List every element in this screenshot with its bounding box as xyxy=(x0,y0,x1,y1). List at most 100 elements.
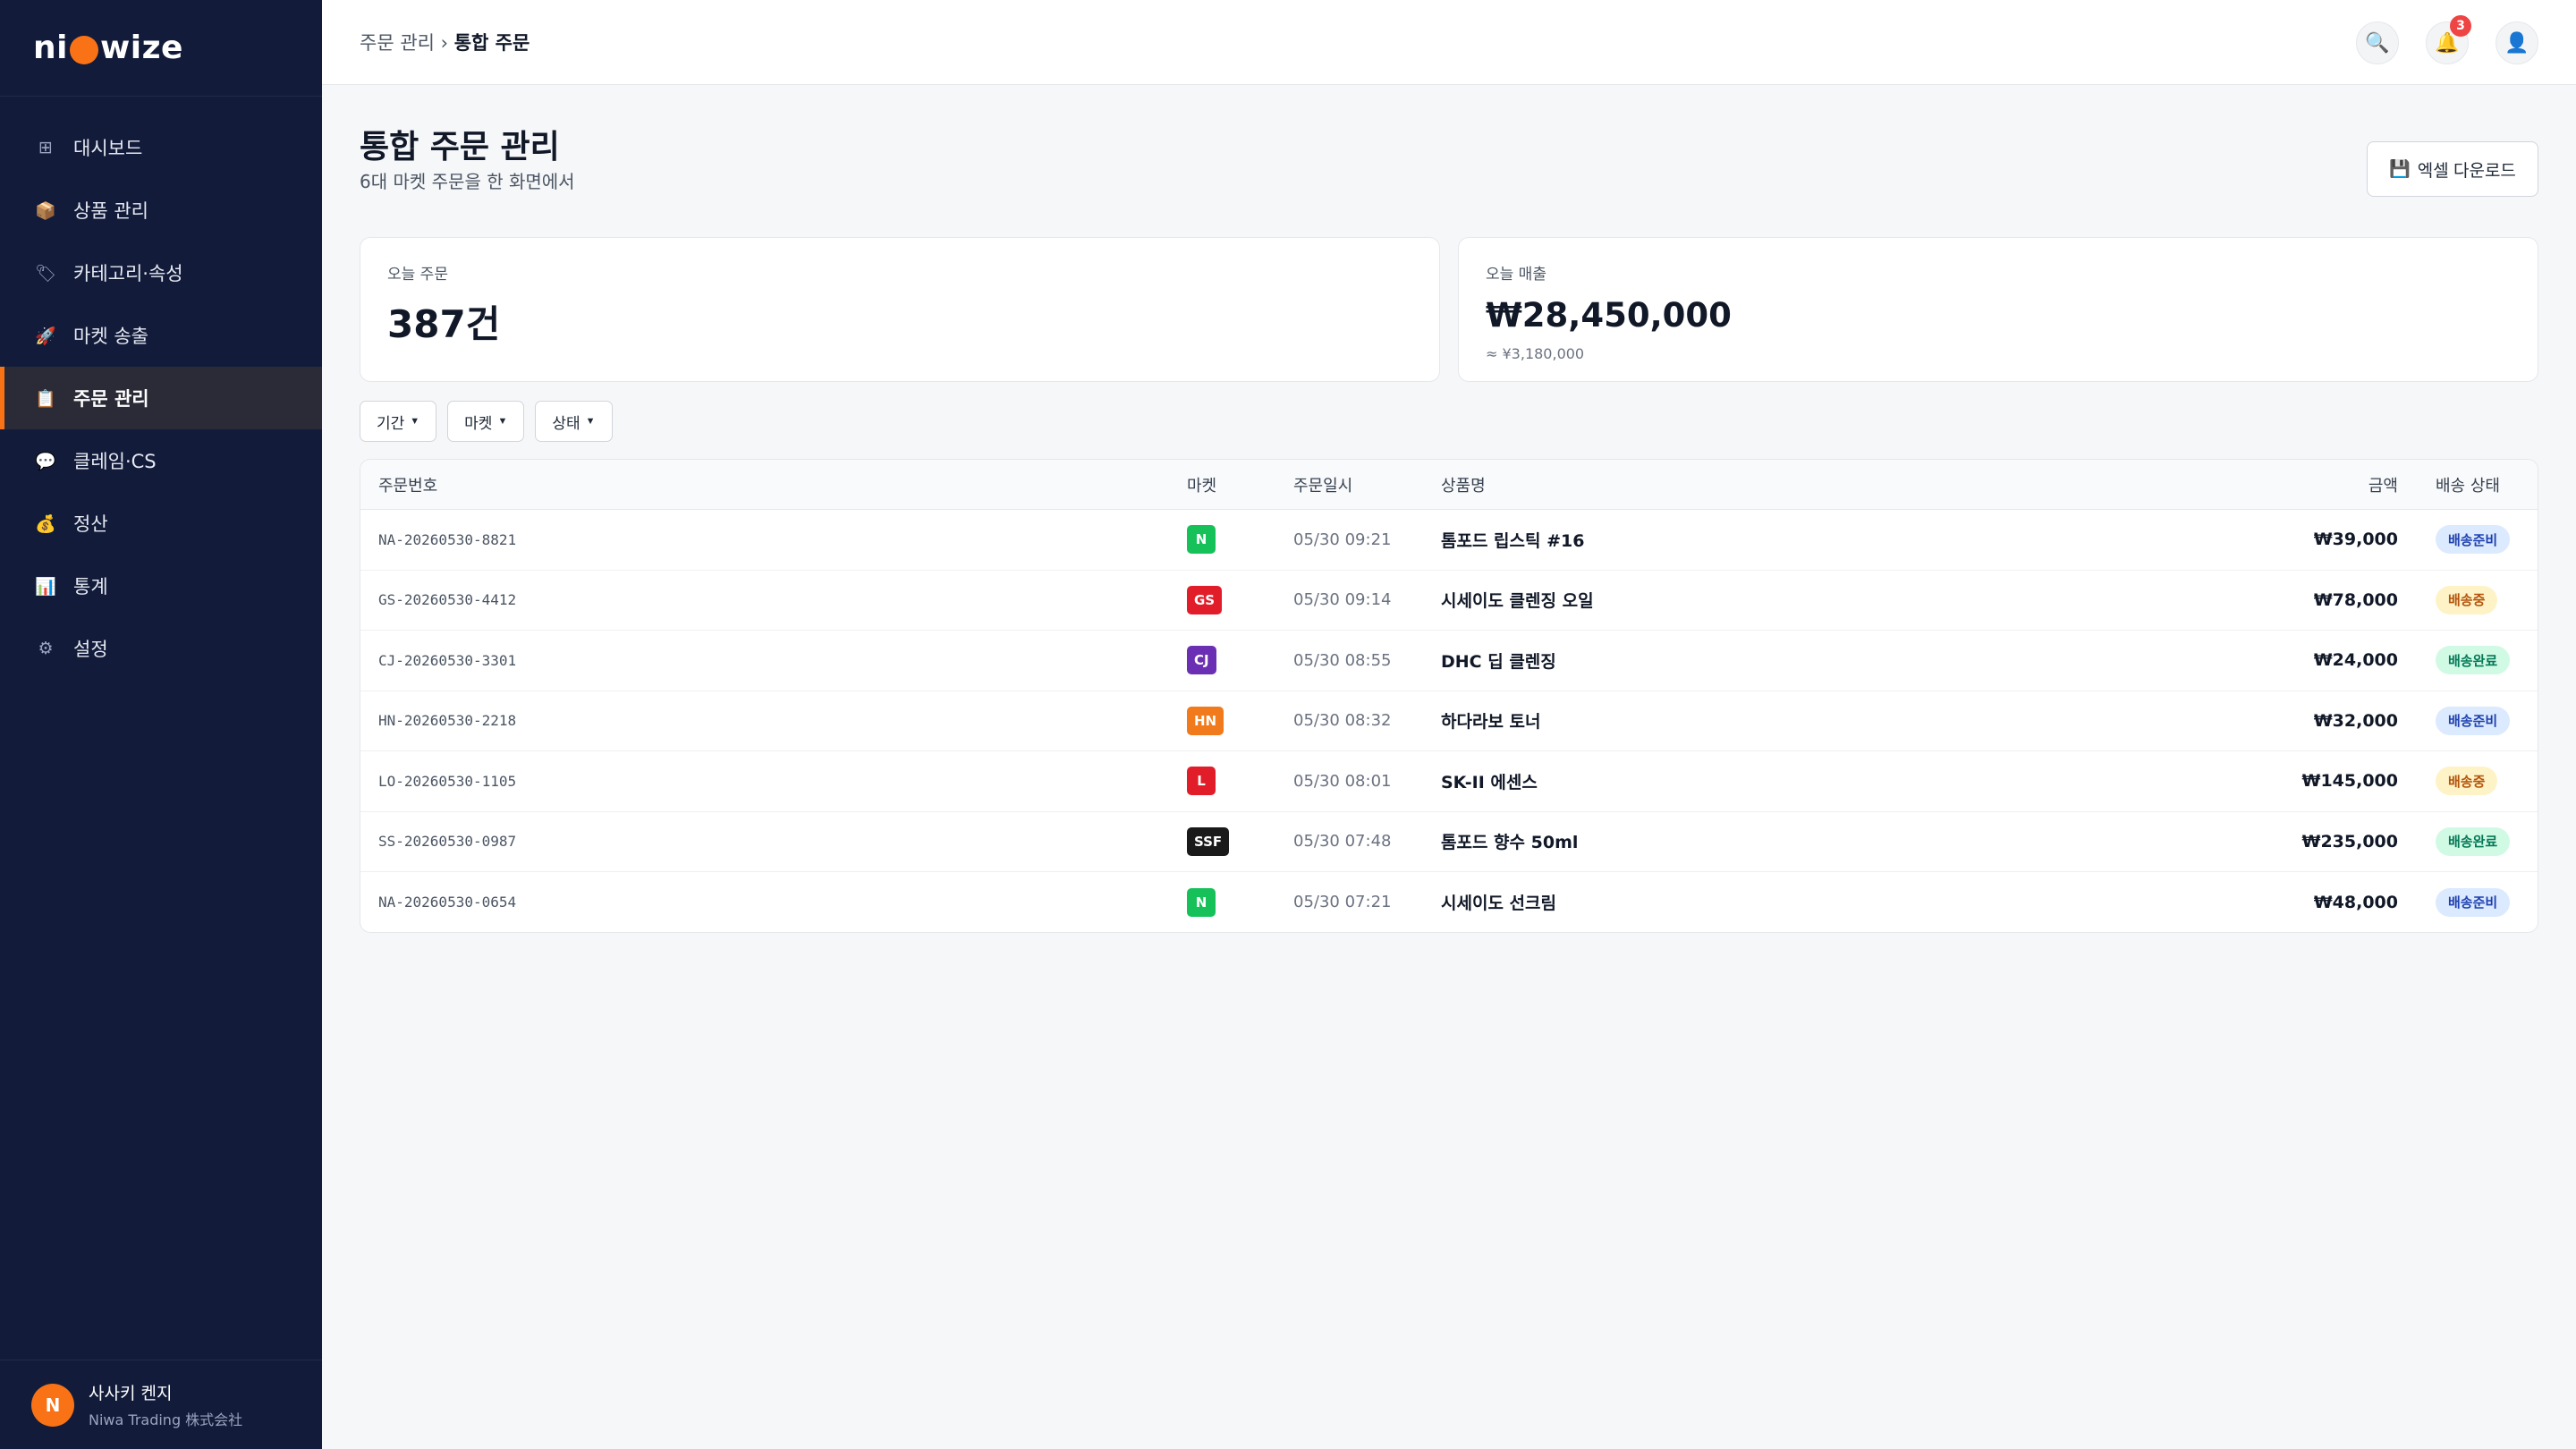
sidebar-item-label: 대시보드 xyxy=(73,138,143,159)
order-amount: ₩78,000 xyxy=(2313,589,2398,610)
sidebar-item-1[interactable]: ⊞ 대시보드 xyxy=(0,116,322,179)
table-row[interactable]: CJ-20260530-3301 CJ 05/30 08:55 DHC 딥 클렌… xyxy=(360,631,2538,691)
column-header-4[interactable]: 상품명 xyxy=(1441,473,1486,496)
sidebar: ni wize ⊞ 대시보드 📦 상품 관리 🏷 카테고리·속성 🚀 마켓 송출 📋 주문 관리 💬 클… xyxy=(0,0,322,1449)
sidebar-item-3[interactable]: 🏷 카테고리·속성 xyxy=(0,242,322,304)
order-id[interactable]: GS-20260530-4412 xyxy=(378,591,516,608)
sidebar-item-6[interactable]: 💬 클레임·CS xyxy=(0,429,322,492)
excel-download-button[interactable]: 💾 엑셀 다운로드 xyxy=(2367,141,2538,197)
profile-button[interactable]: 👤 xyxy=(2496,21,2538,64)
gear-icon: ⚙ xyxy=(38,639,54,658)
notification-badge: 3 xyxy=(2450,15,2471,37)
page-subtitle: 6대 마켓 주문을 한 화면에서 xyxy=(360,171,575,192)
table-row[interactable]: NA-20260530-8821 N 05/30 09:21 톰포드 립스틱 #… xyxy=(360,510,2538,571)
column-header-5[interactable]: 금액 xyxy=(2368,473,2398,496)
status-badge: 배송중 xyxy=(2436,767,2498,796)
search-button[interactable]: 🔍 xyxy=(2356,21,2399,64)
page-title: 통합 주문 관리 xyxy=(360,129,560,165)
rocket-icon: 🚀 xyxy=(35,326,56,346)
floppy-disk-icon: 💾 xyxy=(2389,160,2411,179)
clipboard-icon: 📋 xyxy=(35,388,56,409)
sidebar-item-4[interactable]: 🚀 마켓 송출 xyxy=(0,304,322,367)
status-cell: 배송준비 xyxy=(2436,887,2511,917)
order-id[interactable]: NA-20260530-0654 xyxy=(378,894,516,911)
market-cell: GS xyxy=(1187,585,1223,614)
filter-bar: 기간 ▼ 마켓 ▼ 상태 ▼ xyxy=(360,401,613,442)
stat-card-today-orders: 오늘 주문 387건 xyxy=(360,237,1440,382)
breadcrumb-current: 통합 주문 xyxy=(453,32,530,54)
order-amount: ₩24,000 xyxy=(2313,650,2398,671)
table-row[interactable]: LO-20260530-1105 L 05/30 08:01 SK-II 에센스… xyxy=(360,751,2538,812)
order-id[interactable]: LO-20260530-1105 xyxy=(378,773,516,790)
order-amount: ₩32,000 xyxy=(2313,710,2398,731)
column-header-6[interactable]: 배송 상태 xyxy=(2436,473,2500,496)
sidebar-item-9[interactable]: ⚙ 설정 xyxy=(0,617,322,680)
header-actions: 🔍 🔔 3 👤 xyxy=(2356,15,2538,64)
breadcrumb-separator: › xyxy=(434,32,454,54)
order-amount: ₩39,000 xyxy=(2313,530,2398,550)
user-name: 사사키 켄지 xyxy=(89,1384,173,1403)
sidebar-nav: ⊞ 대시보드 📦 상품 관리 🏷 카테고리·속성 🚀 마켓 송출 📋 주문 관리 💬 클레임·CS 💰 정… xyxy=(0,116,322,680)
filter-label: 마켓 xyxy=(464,414,493,432)
filter-dropdown-2[interactable]: 마켓 ▼ xyxy=(447,401,525,442)
market-badge: N xyxy=(1187,887,1216,917)
market-cell: HN xyxy=(1187,706,1224,735)
caret-down-icon: ▼ xyxy=(585,416,596,427)
order-id[interactable]: HN-20260530-2218 xyxy=(378,712,516,729)
column-header-1[interactable]: 주문번호 xyxy=(378,473,437,496)
column-header-2[interactable]: 마켓 xyxy=(1187,473,1216,496)
product-name: 톰포드 향수 50ml xyxy=(1441,833,1579,853)
market-badge: L xyxy=(1187,767,1216,796)
sidebar-item-8[interactable]: 📊 통계 xyxy=(0,555,322,617)
user-company: Niwa Trading 株式会社 xyxy=(89,1411,243,1428)
table-row[interactable]: HN-20260530-2218 HN 05/30 08:32 하다라보 토너 … xyxy=(360,691,2538,751)
status-badge: 배송준비 xyxy=(2436,706,2511,735)
breadcrumb-parent[interactable]: 주문 관리 xyxy=(360,32,435,54)
filter-label: 상태 xyxy=(552,414,580,432)
order-date: 05/30 09:14 xyxy=(1293,590,1392,610)
logo-text-part1: ni xyxy=(33,30,68,66)
table-body: NA-20260530-8821 N 05/30 09:21 톰포드 립스틱 #… xyxy=(360,510,2538,932)
market-cell: N xyxy=(1187,525,1216,555)
order-id[interactable]: CJ-20260530-3301 xyxy=(378,652,516,669)
market-cell: CJ xyxy=(1187,646,1216,675)
filter-label: 기간 xyxy=(377,414,405,432)
stat-label: 오늘 매출 xyxy=(1486,266,1546,284)
sidebar-item-label: 설정 xyxy=(73,639,108,660)
market-cell: N xyxy=(1187,887,1216,917)
notifications-button[interactable]: 🔔 3 xyxy=(2426,15,2471,64)
sidebar-item-2[interactable]: 📦 상품 관리 xyxy=(0,179,322,242)
filter-dropdown-1[interactable]: 기간 ▼ xyxy=(360,401,437,442)
sidebar-item-5[interactable]: 📋 주문 관리 xyxy=(0,367,322,429)
table-row[interactable]: NA-20260530-0654 N 05/30 07:21 시세이도 선크림 … xyxy=(360,872,2538,932)
market-badge: HN xyxy=(1187,706,1224,735)
sidebar-item-label: 카테고리·속성 xyxy=(73,263,183,284)
table-row[interactable]: SS-20260530-0987 SSF 05/30 07:48 톰포드 향수 … xyxy=(360,812,2538,872)
stat-sub-value: ≈ ¥3,180,000 xyxy=(1486,345,1585,362)
order-id[interactable]: NA-20260530-8821 xyxy=(378,531,516,548)
market-badge: N xyxy=(1187,525,1216,555)
order-id[interactable]: SS-20260530-0987 xyxy=(378,833,516,850)
filter-dropdown-3[interactable]: 상태 ▼ xyxy=(535,401,613,442)
status-badge: 배송완료 xyxy=(2436,646,2511,675)
status-badge: 배송준비 xyxy=(2436,887,2511,917)
product-name: 하다라보 토너 xyxy=(1441,712,1541,733)
chat-icon: 💬 xyxy=(35,451,56,471)
market-badge: SSF xyxy=(1187,826,1230,856)
caret-down-icon: ▼ xyxy=(497,416,508,427)
market-badge: GS xyxy=(1187,585,1223,614)
market-cell: SSF xyxy=(1187,826,1230,856)
product-name: 시세이도 선크림 xyxy=(1441,894,1556,914)
column-header-3[interactable]: 주문일시 xyxy=(1293,473,1352,496)
order-date: 05/30 07:21 xyxy=(1293,893,1392,912)
stat-value: ₩28,450,000 xyxy=(1486,296,1732,335)
box-icon: 📦 xyxy=(35,200,56,221)
order-amount: ₩48,000 xyxy=(2313,892,2398,912)
status-cell: 배송중 xyxy=(2436,585,2498,614)
app-logo[interactable]: ni wize xyxy=(0,0,322,97)
user-profile[interactable]: N 사사키 켄지 Niwa Trading 株式会社 xyxy=(0,1360,322,1449)
order-amount: ₩145,000 xyxy=(2301,771,2399,792)
sidebar-item-7[interactable]: 💰 정산 xyxy=(0,492,322,555)
table-row[interactable]: GS-20260530-4412 GS 05/30 09:14 시세이도 클렌징… xyxy=(360,571,2538,631)
logo-text-part2: wize xyxy=(99,30,183,66)
